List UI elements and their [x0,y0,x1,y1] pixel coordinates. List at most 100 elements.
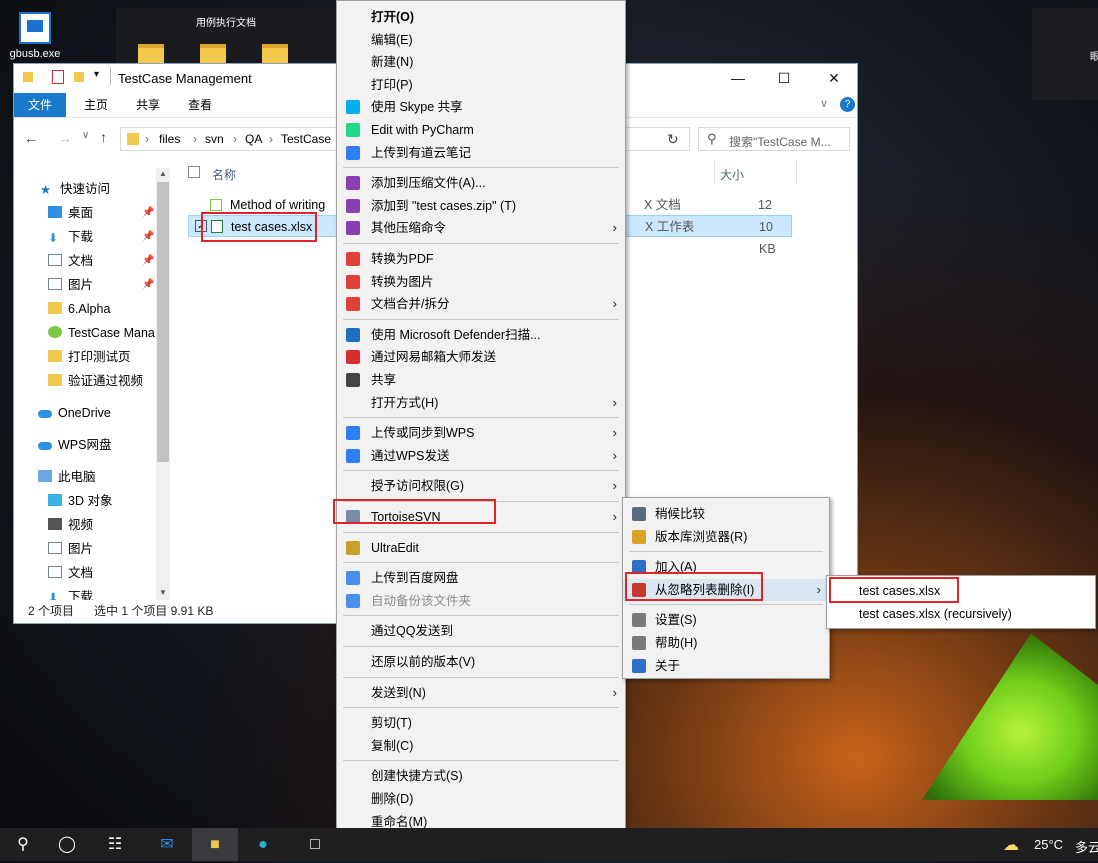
cortana-icon[interactable]: ◯ [44,828,90,861]
menu-item-转换为图片[interactable]: 转换为图片 [337,271,625,293]
up-button[interactable]: ↑ [100,129,107,145]
menu-item-还原以前的版本-v[interactable]: 还原以前的版本(V) [337,651,625,673]
nav-wps-drive[interactable]: WPS网盘 [38,434,111,456]
maximize-button[interactable]: ☐ [761,64,807,93]
menu-item-上传到有道云笔记[interactable]: 上传到有道云笔记 [337,142,625,164]
edge-icon[interactable]: ● [240,828,286,861]
background-window[interactable]: 用例执行文档 [116,8,336,66]
menu-item-授予访问权限-g[interactable]: 授予访问权限(G) › [337,475,625,497]
close-button[interactable]: ✕ [811,64,857,93]
menu-item-打印-p[interactable]: 打印(P) [337,74,625,96]
help-icon[interactable]: ? [840,97,855,112]
search-input[interactable]: ⚲ 搜索"TestCase M... [698,127,850,151]
menu-item-稍候比较[interactable]: 稍候比较 [623,503,829,525]
scroll-thumb[interactable] [157,182,169,462]
menu-item-删除-d[interactable]: 删除(D) [337,788,625,810]
menu-item-关于[interactable]: 关于 [623,655,829,677]
ribbon-expand-icon[interactable]: ∨ [820,97,828,110]
column-name[interactable]: 名称 [212,166,236,183]
tab-share[interactable]: 共享 [122,93,174,117]
refresh-icon[interactable]: ↻ [667,131,679,148]
menu-item-label: 添加到压缩文件(A)... [371,176,486,191]
menu-item-共享[interactable]: 共享 [337,369,625,391]
menu-item-通过wps发送[interactable]: 通过WPS发送 › [337,445,625,467]
temperature[interactable]: 25°C [1034,837,1063,852]
breadcrumb-svn[interactable]: svn [205,132,224,146]
tab-file[interactable]: 文件 [14,93,67,117]
tab-view[interactable]: 查看 [174,93,226,117]
file-explorer-icon[interactable]: ■ [192,828,238,861]
recent-locations-icon[interactable]: ∨ [82,130,89,141]
menu-item-其他压缩命令[interactable]: 其他压缩命令 › [337,217,625,239]
breadcrumb-qa[interactable]: QA [245,132,262,146]
nav-documents[interactable]: 文档 [48,250,93,272]
nav-testcase[interactable]: TestCase Mana [48,322,155,344]
desktop-icon-gbusb[interactable]: gbusb.exe [0,12,70,60]
nav-documents-pc[interactable]: 文档 [48,562,93,584]
menu-item-使用-microsoft-defender扫描[interactable]: 使用 Microsoft Defender扫描... [337,324,625,346]
back-button[interactable]: ← [24,130,38,146]
nav-downloads-pc[interactable]: ⬇ 下载 [48,586,93,600]
menu-item-创建快捷方式-s[interactable]: 创建快捷方式(S) [337,765,625,787]
search-icon[interactable]: ⚲ [0,828,46,861]
new-folder-icon[interactable] [74,72,84,82]
breadcrumb-separator: › [233,132,237,146]
nav-6alpha[interactable]: 6.Alpha [48,298,110,320]
menu-item-ultraedit[interactable]: UltraEdit [337,537,625,559]
weather-icon[interactable]: ☁ [1003,835,1019,855]
nav-desktop[interactable]: 桌面 [48,202,93,224]
nav-downloads[interactable]: ⬇ 下载 [48,226,93,248]
forward-button[interactable]: → [58,130,72,146]
outlook-icon[interactable]: ✉ [144,828,190,861]
menu-item-上传到百度网盘[interactable]: 上传到百度网盘 [337,567,625,589]
menu-item-上传或同步到wps[interactable]: 上传或同步到WPS › [337,422,625,444]
weather-text[interactable]: 多云 [1075,837,1098,856]
menu-item-test-cases-xlsx-recursively[interactable]: test cases.xlsx (recursively) [827,603,1095,625]
column-size[interactable]: 大小 [720,166,744,183]
nav-label: OneDrive [58,406,111,420]
menu-item-通过qq发送到[interactable]: 通过QQ发送到 [337,620,625,642]
menu-item-新建-n[interactable]: 新建(N) [337,51,625,73]
menu-item-添加到压缩文件-a[interactable]: 添加到压缩文件(A)... [337,172,625,194]
menu-item-打开-o[interactable]: 打开(O) [337,6,625,28]
menu-item-label: 还原以前的版本(V) [371,655,476,669]
menu-item-自动备份该文件夹[interactable]: 自动备份该文件夹 [337,590,625,612]
nav-this-pc[interactable]: 此电脑 [38,466,96,488]
menu-item-文档合并-拆分[interactable]: 文档合并/拆分 › [337,293,625,315]
menu-item-转换为pdf[interactable]: 转换为PDF [337,248,625,270]
nav-3d-objects[interactable]: 3D 对象 [48,490,112,512]
menu-item-剪切-t[interactable]: 剪切(T) [337,712,625,734]
scroll-up-icon[interactable]: ▲ [159,169,167,178]
task-view-icon[interactable]: ☷ [92,828,138,861]
customize-quick-access-icon[interactable]: ▾ [94,69,99,80]
scroll-down-icon[interactable]: ▼ [159,588,167,597]
menu-item-添加到-test-cases-zip-t[interactable]: 添加到 "test cases.zip" (T) [337,195,625,217]
minimize-button[interactable]: — [715,64,761,93]
menu-item-设置-s[interactable]: 设置(S) [623,609,829,631]
menu-item-通过网易邮箱大师发送[interactable]: 通过网易邮箱大师发送 [337,346,625,368]
nav-videos[interactable]: 视频 [48,514,93,536]
menu-item-使用-skype-共享[interactable]: 使用 Skype 共享 [337,96,625,118]
breadcrumb-files[interactable]: files [159,132,180,146]
nav-scrollbar[interactable]: ▲ ▼ [156,168,170,600]
menu-item-编辑-e[interactable]: 编辑(E) [337,29,625,51]
nav-print-test[interactable]: 打印测试页 [48,346,131,368]
nav-onedrive[interactable]: OneDrive [38,402,111,424]
nav-verified-videos[interactable]: 验证通过视频 [48,370,143,392]
menu-item-帮助-h[interactable]: 帮助(H) [623,632,829,654]
menu-item-发送到-n[interactable]: 发送到(N) › [337,682,625,704]
background-window-right[interactable]: 眼 [1032,8,1098,100]
menu-item-版本库浏览器-r[interactable]: 版本库浏览器(R) [623,526,829,548]
menu-item-复制-c[interactable]: 复制(C) [337,735,625,757]
select-all-checkbox[interactable] [188,166,200,178]
properties-icon[interactable] [52,70,64,84]
tab-home[interactable]: 主页 [70,93,122,117]
breadcrumb-testcase[interactable]: TestCase [281,132,331,146]
nav-pictures-pc[interactable]: 图片 [48,538,93,560]
nav-quick-access[interactable]: ★ 快速访问 [40,178,110,200]
menu-item-打开方式-h[interactable]: 打开方式(H) › [337,392,625,414]
menu-item-edit-with-pycharm[interactable]: Edit with PyCharm [337,119,625,141]
pin-icon: 📌 [142,255,155,266]
nav-pictures[interactable]: 图片 [48,274,93,296]
document-app-icon[interactable]: □ [292,828,338,861]
